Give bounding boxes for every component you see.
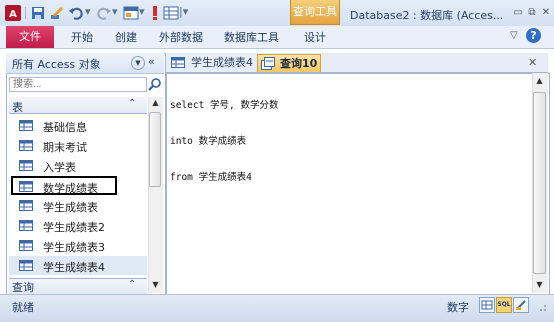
- nav-item-label: 入学表: [43, 161, 76, 174]
- tab-external-data[interactable]: 外部数据: [159, 29, 203, 45]
- tables-group-label[interactable]: 表: [12, 99, 23, 115]
- nav-item-label: 学生成绩表3: [43, 241, 105, 254]
- help-icon[interactable]: ?: [526, 28, 541, 43]
- restore-icon[interactable]: ⧉: [526, 7, 538, 18]
- undo-dropdown-icon[interactable]: ▾: [85, 4, 91, 20]
- close-document-icon[interactable]: ✕: [528, 56, 537, 69]
- scroll-up-icon[interactable]: ▲: [149, 98, 162, 107]
- queries-group-label[interactable]: 查询: [12, 279, 34, 295]
- collapse-pane-icon[interactable]: «: [148, 55, 155, 68]
- query-icon: [261, 57, 275, 70]
- table-icon: [19, 220, 33, 231]
- doc-tab-label: 查询10: [280, 57, 318, 70]
- design-view-button[interactable]: [513, 297, 529, 313]
- nav-menu-chevron-icon[interactable]: ▼: [131, 56, 145, 70]
- query-tools-context-tab: 查询工具: [290, 0, 340, 25]
- minimize-icon[interactable]: ▭: [512, 7, 524, 18]
- view-icon[interactable]: [123, 5, 139, 21]
- view-dropdown-icon[interactable]: ▾: [139, 4, 145, 20]
- nav-item-table[interactable]: 基础信息: [9, 116, 147, 135]
- sql-text[interactable]: select 学号, 数学分数 into 数学成绩表 from 学生成绩表4: [170, 76, 278, 196]
- table-icon: [19, 200, 33, 211]
- customize-toolbar-icon[interactable]: |▾: [179, 4, 188, 20]
- nav-item-label: 期末考试: [43, 141, 87, 154]
- redo-icon[interactable]: [96, 5, 112, 21]
- nav-item-table-selected[interactable]: 数学成绩表: [11, 176, 117, 195]
- table-icon: [171, 57, 185, 68]
- sql-line: into 数学成绩表: [170, 136, 247, 147]
- nav-item-table[interactable]: 学生成绩表2: [9, 216, 147, 235]
- collapse-group-icon[interactable]: ⌃: [128, 98, 136, 109]
- nav-item-label: 数学成绩表: [43, 182, 98, 195]
- table-icon: [19, 181, 33, 192]
- sql-line: select 学号, 数学分数: [170, 100, 279, 111]
- nav-item-table[interactable]: 入学表: [9, 156, 147, 175]
- tab-design[interactable]: 设计: [304, 29, 326, 45]
- doc-tab-table[interactable]: 学生成绩表4: [169, 54, 255, 72]
- search-icon[interactable]: [148, 77, 162, 92]
- nav-item-table[interactable]: 学生成绩表3: [9, 236, 147, 255]
- tab-file[interactable]: 文件: [6, 26, 54, 48]
- tab-create[interactable]: 创建: [115, 29, 137, 45]
- access-logo-icon[interactable]: A: [5, 5, 21, 21]
- redo-dropdown-icon[interactable]: ▾: [112, 4, 118, 20]
- separator: [25, 7, 26, 19]
- status-text: 就绪: [12, 301, 34, 314]
- save-icon[interactable]: [30, 5, 46, 21]
- nav-scrollbar-thumb[interactable]: [149, 112, 161, 187]
- scroll-down-icon[interactable]: ▼: [533, 280, 546, 289]
- scroll-up-icon[interactable]: ▲: [533, 76, 546, 85]
- nav-item-label: 学生成绩表: [43, 201, 98, 214]
- minimize-ribbon-icon[interactable]: ▽: [510, 30, 518, 41]
- editor-scrollbar-thumb[interactable]: [533, 92, 546, 274]
- edit-icon[interactable]: [49, 5, 65, 21]
- nav-item-table[interactable]: 期末考试: [9, 136, 147, 155]
- datasheet-view-button[interactable]: [479, 297, 495, 313]
- expand-group-icon[interactable]: ⌃: [128, 279, 136, 290]
- nav-item-label: 基础信息: [43, 121, 87, 134]
- resize-grip-icon[interactable]: [532, 297, 548, 313]
- table-icon: [19, 120, 33, 131]
- scroll-down-icon[interactable]: ▼: [149, 280, 162, 289]
- doc-tab-label: 学生成绩表4: [191, 56, 253, 69]
- num-lock-indicator: 数字: [447, 301, 469, 314]
- tab-home[interactable]: 开始: [71, 29, 93, 45]
- run-icon[interactable]: [147, 5, 163, 21]
- nav-item-table[interactable]: 学生成绩表4: [9, 256, 147, 275]
- undo-icon[interactable]: [68, 5, 84, 21]
- table-icon: [19, 140, 33, 151]
- tables-group-header[interactable]: [9, 97, 147, 114]
- datasheet-icon[interactable]: [163, 5, 179, 21]
- search-input[interactable]: [9, 77, 147, 92]
- doc-tab-query[interactable]: 查询10: [257, 54, 321, 72]
- table-icon: [19, 260, 33, 271]
- sql-line: from 学生成绩表4: [170, 172, 252, 183]
- sql-view-button[interactable]: SQL: [496, 297, 512, 313]
- close-icon[interactable]: ✕: [540, 7, 552, 18]
- nav-pane-title[interactable]: 所有 Access 对象: [12, 56, 101, 72]
- nav-item-label: 学生成绩表4: [43, 261, 105, 274]
- tab-database-tools[interactable]: 数据库工具: [224, 29, 279, 45]
- nav-item-label: 学生成绩表2: [43, 221, 105, 234]
- status-bar: [0, 294, 554, 322]
- table-icon: [19, 160, 33, 171]
- nav-item-table[interactable]: 学生成绩表: [9, 196, 147, 215]
- window-title: Database2 : 数据库 (Acces...: [350, 9, 504, 22]
- svg-text:A: A: [9, 9, 17, 20]
- table-icon: [19, 240, 33, 251]
